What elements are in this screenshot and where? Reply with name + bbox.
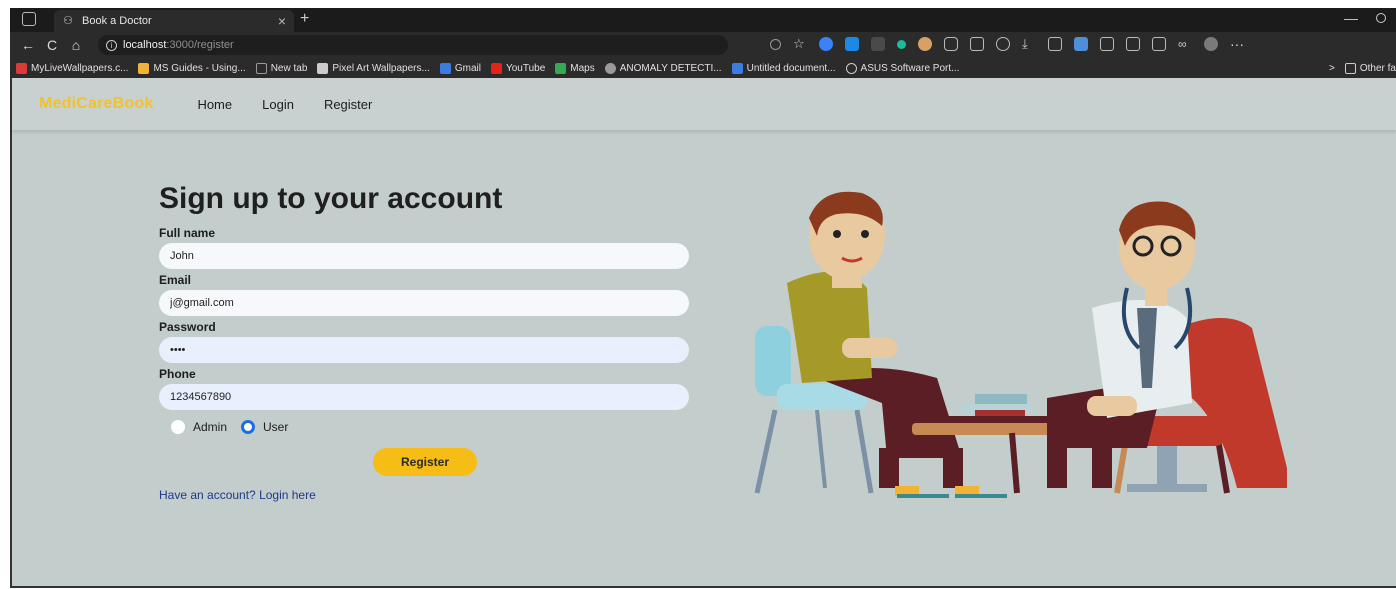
phone-label: Phone <box>159 367 196 381</box>
extensions-row: ☆ ⤓ ∞ ··· <box>770 36 1244 52</box>
restore-button[interactable] <box>1376 13 1386 23</box>
extension-blue-icon[interactable] <box>819 37 833 51</box>
bookmark-icon <box>16 62 27 74</box>
extension-puzzle-icon[interactable] <box>944 37 958 51</box>
extension-copilot-icon[interactable] <box>1074 37 1088 51</box>
profile-avatar-icon[interactable] <box>1204 37 1218 51</box>
bookmark-item[interactable]: Gmail <box>439 62 481 74</box>
star-icon[interactable]: ☆ <box>793 37 807 51</box>
browser-toolbar: ← C ⌂ i localhost :3000/register ☆ ⤓ ∞ ·… <box>10 32 1396 58</box>
home-button[interactable]: ⌂ <box>64 37 88 53</box>
bookmarks-right: > Other fa <box>1321 58 1396 78</box>
bookmark-icon <box>555 62 567 74</box>
site-nav: Home Login Register <box>197 97 372 112</box>
zoom-icon[interactable] <box>770 38 781 50</box>
bookmark-icon <box>317 62 329 74</box>
form-title: Sign up to your account <box>159 182 503 215</box>
role-selector: Admin User <box>171 420 699 434</box>
bookmark-item[interactable]: Untitled document... <box>731 62 836 74</box>
email-label: Email <box>159 273 192 287</box>
bookmark-icon <box>255 62 267 74</box>
tab-book-a-doctor[interactable]: ⚇ Book a Doctor × <box>54 10 294 32</box>
info-icon[interactable]: i <box>106 39 117 51</box>
bookmark-item[interactable]: MS Guides - Using... <box>138 62 246 74</box>
extension-dark-icon[interactable] <box>871 37 885 51</box>
bookmarks-overflow-button[interactable]: > <box>1329 63 1335 74</box>
bookmark-item[interactable]: New tab <box>255 62 307 74</box>
tab-actions-icon[interactable] <box>22 12 36 26</box>
full-name-label: Full name <box>159 226 216 240</box>
bookmark-icon <box>604 62 616 74</box>
extension-sigma-icon[interactable] <box>845 37 859 51</box>
bookmark-item[interactable]: MyLiveWallpapers.c... <box>16 62 128 74</box>
nav-home[interactable]: Home <box>197 97 232 112</box>
brand-logo[interactable]: MediCareBook <box>39 95 153 113</box>
url-host: localhost <box>123 39 167 51</box>
extension-cookie-icon[interactable] <box>918 37 932 51</box>
bookmark-item[interactable]: ASUS Software Port... <box>845 62 959 74</box>
close-icon[interactable]: × <box>278 13 286 29</box>
bookmark-item[interactable]: Pixel Art Wallpapers... <box>317 62 430 74</box>
other-favorites[interactable]: Other fa <box>1344 62 1396 74</box>
favorites-icon[interactable] <box>970 37 984 51</box>
folder-icon <box>1344 62 1356 74</box>
nav-login[interactable]: Login <box>262 97 294 112</box>
phone-input[interactable] <box>159 384 689 410</box>
back-button[interactable]: ← <box>16 37 40 53</box>
minimize-button[interactable]: — <box>1344 10 1358 26</box>
url-path: :3000/register <box>166 39 234 51</box>
bookmark-icon <box>138 62 150 74</box>
tab-title: Book a Doctor <box>82 15 152 27</box>
new-tab-button[interactable]: + <box>300 10 309 28</box>
user-radio[interactable] <box>241 420 256 434</box>
admin-radio[interactable] <box>171 420 185 434</box>
more-icon[interactable]: ··· <box>1230 36 1244 52</box>
password-input[interactable] <box>159 337 689 363</box>
signup-form: Sign up to your account Full name Email … <box>159 182 699 502</box>
user-radio-label[interactable]: User <box>263 420 288 434</box>
bookmark-item[interactable]: ANOMALY DETECTI... <box>604 62 722 74</box>
link-icon[interactable]: ∞ <box>1178 37 1192 51</box>
site-header: MediCareBook Home Login Register <box>12 78 1396 130</box>
admin-radio-label[interactable]: Admin <box>193 420 227 434</box>
history-icon[interactable] <box>996 37 1010 51</box>
split-screen-icon[interactable] <box>1126 37 1140 51</box>
reload-button[interactable]: C <box>40 37 64 53</box>
download-icon[interactable]: ⤓ <box>1022 37 1036 51</box>
page-content: MediCareBook Home Login Register Sign up… <box>10 78 1396 588</box>
globe-icon <box>845 62 857 74</box>
register-button[interactable]: Register <box>373 448 477 476</box>
login-link[interactable]: Have an account? Login here <box>159 488 699 502</box>
collections-icon[interactable] <box>1048 37 1062 51</box>
bookmarks-bar: MyLiveWallpapers.c... MS Guides - Using.… <box>10 58 1396 78</box>
tab-strip: ⚇ Book a Doctor × + — <box>10 8 1396 32</box>
extension-green-icon[interactable] <box>897 39 906 49</box>
bookmark-icon <box>731 62 743 74</box>
address-bar[interactable]: i localhost :3000/register <box>98 35 728 55</box>
email-input[interactable] <box>159 290 689 316</box>
bookmark-item[interactable]: YouTube <box>490 62 545 74</box>
bookmark-icon <box>439 62 451 74</box>
share-icon[interactable] <box>1152 37 1166 51</box>
people-icon: ⚇ <box>63 15 73 27</box>
full-name-input[interactable] <box>159 243 689 269</box>
bookmark-icon <box>490 62 502 74</box>
screenshot-icon[interactable] <box>1100 37 1114 51</box>
password-label: Password <box>159 320 216 334</box>
doctor-patient-illustration <box>754 191 1287 498</box>
bookmark-item[interactable]: Maps <box>555 62 595 74</box>
nav-register[interactable]: Register <box>324 97 372 112</box>
